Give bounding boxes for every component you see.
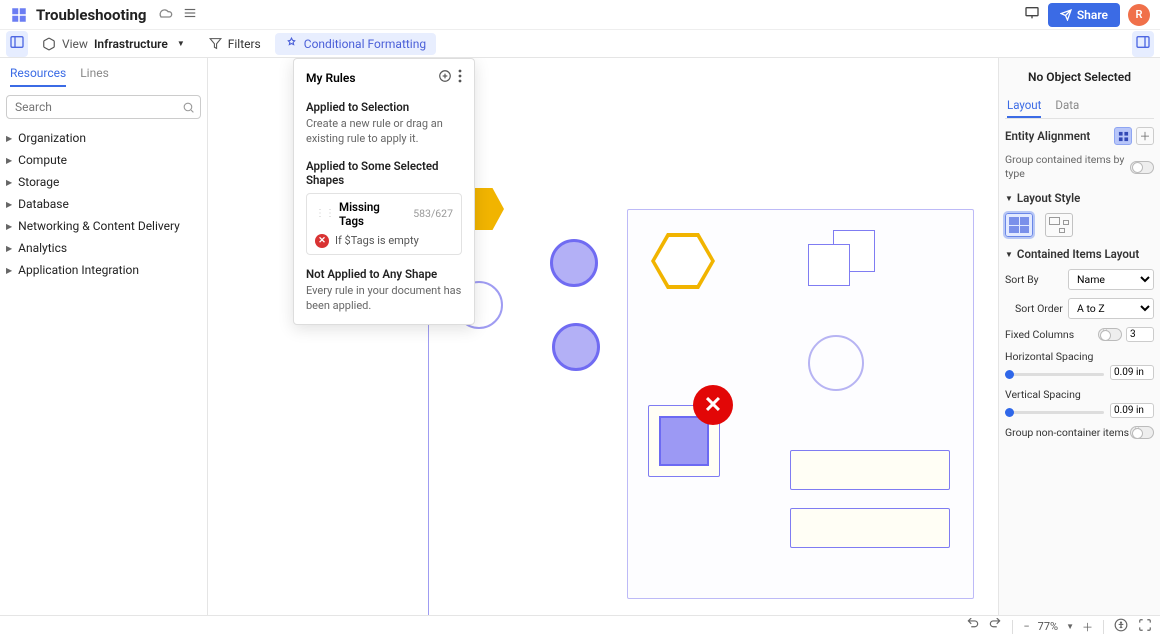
cloud-sync-icon[interactable] (157, 5, 173, 25)
v-spacing-input[interactable] (1110, 403, 1154, 418)
sort-by-select[interactable]: Name (1068, 269, 1154, 290)
hexagon-shape[interactable] (651, 233, 715, 289)
top-bar: Troubleshooting Share R (0, 0, 1160, 30)
container-shape[interactable] (790, 508, 950, 548)
logo-icon (10, 6, 28, 24)
overlapping-squares-shape[interactable] (808, 230, 880, 288)
contained-items-layout-title: ▼Contained Items Layout (1005, 247, 1154, 261)
applied-to-selection-desc: Create a new rule or drag an existing ru… (306, 116, 462, 147)
layout-style-nest-button[interactable] (1045, 213, 1073, 237)
chevron-right-icon: ▶ (6, 222, 12, 231)
layout-style-grid-button[interactable] (1005, 213, 1033, 237)
accessibility-icon[interactable] (1114, 618, 1128, 635)
group-by-type-toggle[interactable]: ✕ (1130, 161, 1154, 174)
chevron-right-icon: ▶ (6, 266, 12, 275)
tree-item-organization[interactable]: ▶Organization (6, 127, 201, 149)
chevron-right-icon: ▶ (6, 244, 12, 253)
circle-shape[interactable] (808, 335, 864, 391)
h-spacing-slider[interactable] (1005, 373, 1104, 376)
conditional-formatting-button[interactable]: Conditional Formatting (275, 33, 436, 55)
view-dropdown[interactable]: View Infrastructure ▼ (32, 33, 195, 55)
hamburger-menu-icon[interactable] (183, 5, 197, 24)
chevron-down-icon: ▼ (177, 39, 185, 48)
entity-alignment-title: Entity Alignment (1005, 129, 1114, 143)
status-bar: − 77% ▼ ＋ (0, 615, 1160, 637)
applied-to-selection-title: Applied to Selection (306, 100, 462, 114)
chevron-right-icon: ▶ (6, 156, 12, 165)
right-panel: No Object Selected Layout Data Entity Al… (998, 58, 1160, 615)
share-button-label: Share (1077, 8, 1108, 22)
toggle-right-panel-button[interactable] (1132, 31, 1154, 57)
tab-lines[interactable]: Lines (80, 66, 109, 87)
fixed-columns-toggle[interactable]: ✕ (1098, 328, 1122, 341)
container-shape[interactable]: ✕ (627, 209, 974, 599)
rules-title: My Rules (306, 71, 356, 85)
tree-item-storage[interactable]: ▶Storage (6, 171, 201, 193)
chevron-right-icon: ▶ (6, 134, 12, 143)
toggle-left-panel-button[interactable] (6, 31, 28, 57)
not-applied-title: Not Applied to Any Shape (306, 267, 462, 281)
document-title: Troubleshooting (36, 6, 147, 24)
not-applied-desc: Every rule in your document has been app… (306, 283, 462, 314)
fixed-columns-input[interactable] (1126, 327, 1154, 342)
zoom-out-button[interactable]: − (1023, 620, 1029, 633)
canvas[interactable]: My Rules Applied to Selection Create a n… (208, 58, 998, 615)
tree-item-compute[interactable]: ▶Compute (6, 149, 201, 171)
container-shape[interactable] (790, 450, 950, 490)
drag-handle-icon[interactable]: ⋮⋮ (315, 208, 335, 219)
tab-resources[interactable]: Resources (10, 66, 66, 87)
square-shape[interactable] (659, 416, 709, 466)
entity-alignment-desc: Group contained items by type (1005, 153, 1130, 181)
more-icon[interactable] (458, 69, 462, 86)
toolbar: View Infrastructure ▼ Filters Conditiona… (0, 30, 1160, 58)
tree-item-networking[interactable]: ▶Networking & Content Delivery (6, 215, 201, 237)
h-spacing-input[interactable] (1110, 365, 1154, 380)
filters-button[interactable]: Filters (199, 33, 271, 55)
fullscreen-button[interactable] (1138, 618, 1152, 635)
circle-shape[interactable] (550, 239, 598, 287)
rules-panel: My Rules Applied to Selection Create a n… (293, 58, 475, 325)
rule-card-missing-tags[interactable]: ⋮⋮ Missing Tags 583/627 ✕ If $Tags is em… (306, 193, 462, 255)
align-grid-button[interactable] (1114, 127, 1132, 145)
selection-title: No Object Selected (1005, 66, 1154, 98)
share-button[interactable]: Share (1048, 3, 1120, 27)
sort-order-select[interactable]: A to Z (1068, 298, 1154, 319)
applied-some-title: Applied to Some Selected Shapes (306, 159, 462, 187)
chevron-right-icon: ▶ (6, 178, 12, 187)
tree-item-database[interactable]: ▶Database (6, 193, 201, 215)
group-noncontainer-toggle[interactable]: ✕ (1130, 426, 1154, 439)
chevron-right-icon: ▶ (6, 200, 12, 209)
layout-style-title: ▼Layout Style (1005, 191, 1154, 205)
zoom-level[interactable]: 77% (1038, 620, 1058, 633)
tab-layout[interactable]: Layout (1007, 98, 1041, 118)
tree-item-application-integration[interactable]: ▶Application Integration (6, 259, 201, 281)
add-rule-button[interactable] (438, 69, 452, 86)
tab-data[interactable]: Data (1055, 98, 1079, 118)
zoom-in-button[interactable]: ＋ (1082, 619, 1093, 635)
redo-button[interactable] (988, 618, 1002, 635)
presentation-icon[interactable] (1024, 5, 1040, 25)
tree-item-analytics[interactable]: ▶Analytics (6, 237, 201, 259)
add-alignment-button[interactable]: ＋ (1136, 127, 1154, 145)
search-input[interactable] (6, 95, 201, 119)
v-spacing-slider[interactable] (1005, 411, 1104, 414)
zoom-dropdown[interactable]: ▼ (1066, 622, 1074, 631)
undo-button[interactable] (966, 618, 980, 635)
avatar[interactable]: R (1128, 4, 1150, 26)
error-icon: ✕ (315, 234, 329, 248)
circle-shape[interactable] (552, 323, 600, 371)
search-icon (182, 99, 195, 118)
error-badge-icon: ✕ (693, 385, 733, 425)
left-panel: Resources Lines ▶Organization ▶Compute ▶… (0, 58, 208, 615)
